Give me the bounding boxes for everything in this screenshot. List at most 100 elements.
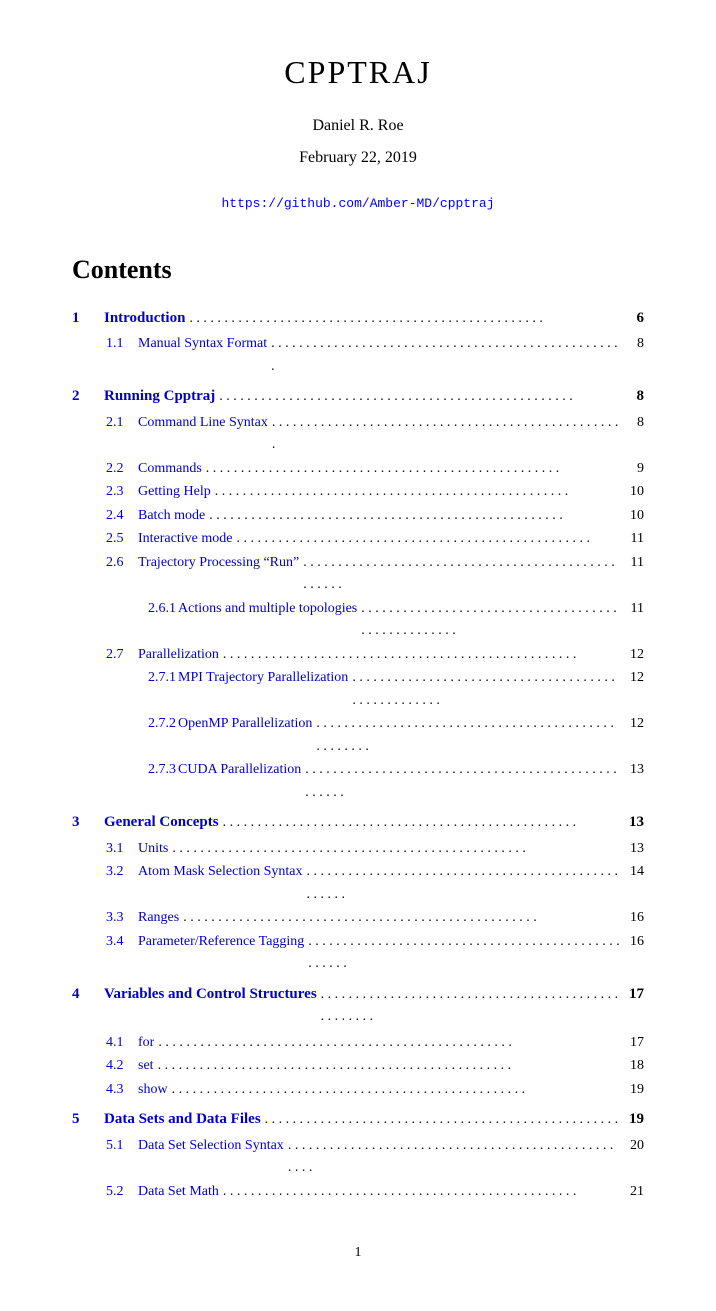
toc-label-major: Data Sets and Data Files (104, 1108, 261, 1131)
toc-label-sub: Parameter/Reference Tagging (138, 931, 304, 952)
toc-section-5[interactable]: 5 Data Sets and Data Files 19 (72, 1108, 644, 1131)
toc-dots-sub (307, 860, 621, 905)
toc-page-sub: 21 (620, 1181, 644, 1202)
toc-section-1[interactable]: 1 Introduction 6 (72, 307, 644, 330)
toc-label-sub: Manual Syntax Format (138, 333, 267, 354)
doc-date: February 22, 2019 (72, 146, 644, 170)
toc-page-sub: 10 (620, 481, 644, 502)
toc-num-sub: 3.1 (90, 838, 138, 859)
toc-subsection-4-3[interactable]: 4.3 show 19 (72, 1078, 644, 1101)
toc-label-subsub: OpenMP Parallelization (178, 713, 312, 734)
toc-subsection-3-1[interactable]: 3.1 Units 13 (72, 837, 644, 860)
toc-subsection-2-4[interactable]: 2.4 Batch mode 10 (72, 504, 644, 527)
toc-label-sub: Commands (138, 458, 202, 479)
toc-num-subsub: 2.7.2 (110, 713, 178, 734)
toc: 1 Introduction 6 1.1 Manual Syntax Forma… (72, 307, 644, 1203)
toc-num-subsub: 2.7.3 (110, 759, 178, 780)
contents-title: Contents (72, 250, 644, 289)
toc-page-sub: 16 (620, 931, 644, 952)
toc-page-sub: 16 (620, 907, 644, 928)
toc-dots (223, 811, 620, 834)
toc-label-sub: Ranges (138, 907, 179, 928)
toc-page-major: 6 (620, 307, 644, 330)
toc-subsection-2-1[interactable]: 2.1 Command Line Syntax 8 (72, 411, 644, 456)
toc-dots-sub (288, 1134, 620, 1179)
toc-num-major: 5 (72, 1108, 104, 1131)
toc-subsection-4-2[interactable]: 4.2 set 18 (72, 1054, 644, 1077)
toc-subsection-1-1[interactable]: 1.1 Manual Syntax Format 8 (72, 332, 644, 377)
toc-page-major: 8 (620, 385, 644, 408)
page-number: 1 (72, 1242, 644, 1263)
toc-subsection-4-1[interactable]: 4.1 for 17 (72, 1031, 644, 1054)
doc-url[interactable]: https://github.com/Amber-MD/cpptraj (72, 194, 644, 214)
toc-section-3[interactable]: 3 General Concepts 13 (72, 811, 644, 834)
toc-page-subsub: 13 (620, 759, 644, 780)
toc-subsubsection-2-7-2[interactable]: 2.7.2 OpenMP Parallelization 12 (72, 712, 644, 757)
toc-subsection-3-4[interactable]: 3.4 Parameter/Reference Tagging 16 (72, 930, 644, 975)
toc-dots-subsub (316, 712, 620, 757)
toc-num-major: 1 (72, 307, 104, 330)
toc-num-sub: 2.5 (90, 528, 138, 549)
toc-label-sub: Parallelization (138, 644, 219, 665)
toc-subsection-2-6[interactable]: 2.6 Trajectory Processing “Run” 11 (72, 551, 644, 596)
toc-label-sub: Data Set Math (138, 1181, 219, 1202)
toc-subsubsection-2-7-3[interactable]: 2.7.3 CUDA Parallelization 13 (72, 758, 644, 803)
toc-subsection-2-5[interactable]: 2.5 Interactive mode 11 (72, 527, 644, 550)
toc-subsubsection-2-7-1[interactable]: 2.7.1 MPI Trajectory Parallelization 12 (72, 666, 644, 711)
toc-subsection-5-1[interactable]: 5.1 Data Set Selection Syntax 20 (72, 1134, 644, 1179)
toc-dots-sub (236, 527, 620, 550)
toc-label-sub: Interactive mode (138, 528, 232, 549)
toc-label-sub: Atom Mask Selection Syntax (138, 861, 303, 882)
doc-author: Daniel R. Roe (72, 114, 644, 138)
toc-num-sub: 4.2 (90, 1055, 138, 1076)
toc-num-sub: 3.3 (90, 907, 138, 928)
toc-subsubsection-2-6-1[interactable]: 2.6.1 Actions and multiple topologies 11 (72, 597, 644, 642)
toc-label-sub: set (138, 1055, 154, 1076)
toc-subsection-5-2[interactable]: 5.2 Data Set Math 21 (72, 1180, 644, 1203)
toc-label-major: Variables and Control Structures (104, 983, 317, 1006)
toc-section-4[interactable]: 4 Variables and Control Structures 17 (72, 983, 644, 1028)
toc-page-sub: 13 (620, 838, 644, 859)
toc-num-sub: 3.4 (90, 931, 138, 952)
toc-page-major: 13 (620, 811, 644, 834)
toc-label-sub: Command Line Syntax (138, 412, 268, 433)
doc-title: CPPTRAJ (72, 48, 644, 96)
toc-page-subsub: 12 (620, 713, 644, 734)
toc-num-major: 4 (72, 983, 104, 1006)
toc-dots-subsub (352, 666, 620, 711)
toc-subsection-2-3[interactable]: 2.3 Getting Help 10 (72, 480, 644, 503)
toc-dots-sub (172, 1078, 620, 1101)
toc-page-subsub: 11 (620, 598, 644, 619)
toc-num-sub: 2.3 (90, 481, 138, 502)
toc-dots-sub (209, 504, 620, 527)
toc-dots-sub (183, 906, 620, 929)
toc-num-sub: 1.1 (90, 333, 138, 354)
toc-num-major: 2 (72, 385, 104, 408)
toc-num-sub: 2.4 (90, 505, 138, 526)
toc-num-sub: 4.3 (90, 1079, 138, 1100)
toc-page-sub: 10 (620, 505, 644, 526)
toc-num-sub: 5.2 (90, 1181, 138, 1202)
toc-page-sub: 11 (620, 528, 644, 549)
toc-section-2[interactable]: 2 Running Cpptraj 8 (72, 385, 644, 408)
toc-subsection-2-2[interactable]: 2.2 Commands 9 (72, 457, 644, 480)
toc-page-sub: 19 (620, 1079, 644, 1100)
toc-page-major: 17 (620, 983, 644, 1006)
toc-subsection-3-2[interactable]: 3.2 Atom Mask Selection Syntax 14 (72, 860, 644, 905)
toc-label-subsub: Actions and multiple topologies (178, 598, 357, 619)
toc-dots (265, 1108, 620, 1131)
toc-dots-sub (172, 837, 620, 860)
toc-label-major: Running Cpptraj (104, 385, 215, 408)
toc-label-sub: for (138, 1032, 154, 1053)
toc-num-subsub: 2.6.1 (110, 598, 178, 619)
toc-page-sub: 20 (620, 1135, 644, 1156)
toc-subsection-2-7[interactable]: 2.7 Parallelization 12 (72, 643, 644, 666)
toc-page-sub: 17 (620, 1032, 644, 1053)
toc-label-sub: Units (138, 838, 168, 859)
toc-dots-sub (223, 1180, 620, 1203)
toc-page-sub: 9 (620, 458, 644, 479)
toc-dots (321, 983, 620, 1028)
toc-label-major: Introduction (104, 307, 185, 330)
toc-page-subsub: 12 (620, 667, 644, 688)
toc-subsection-3-3[interactable]: 3.3 Ranges 16 (72, 906, 644, 929)
